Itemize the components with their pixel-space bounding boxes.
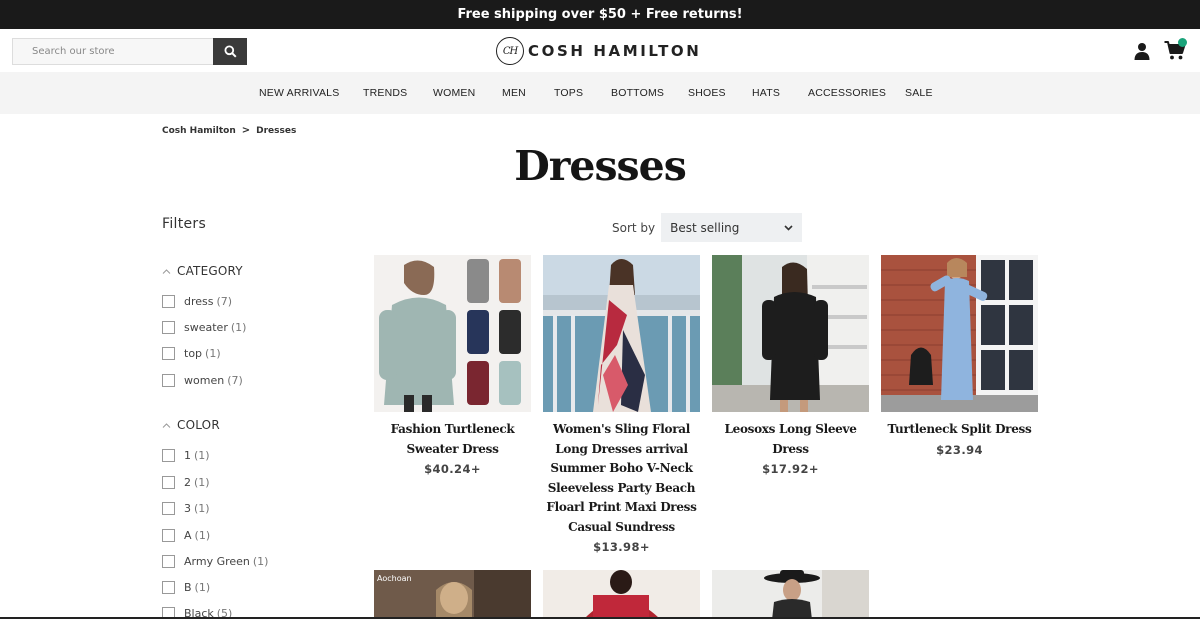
filter-option-count: (1) — [194, 581, 211, 594]
product-price: $17.92+ — [762, 462, 819, 476]
image-caption: Aochoan — [377, 574, 412, 583]
filter-option-name: sweater — [184, 321, 228, 334]
filter-option[interactable]: 1 (1) — [162, 449, 210, 462]
filter-option[interactable]: B (1) — [162, 581, 210, 594]
product-card[interactable]: Leosoxs Long Sleeve Dress $17.92+ — [712, 255, 869, 476]
nav-men[interactable]: MEN — [502, 72, 526, 114]
sort-value: Best selling — [670, 220, 740, 235]
filter-option[interactable]: A (1) — [162, 529, 210, 542]
cart-badge — [1178, 38, 1187, 47]
nav-hats[interactable]: HATS — [752, 72, 780, 114]
filter-option-name: women — [184, 374, 225, 387]
checkbox[interactable] — [162, 321, 175, 334]
filter-option-name: Army Green — [184, 555, 250, 568]
filter-option[interactable]: Army Green (1) — [162, 555, 268, 568]
logo-text: COSH HAMILTON — [528, 42, 702, 60]
nav-trends[interactable]: TRENDS — [363, 72, 407, 114]
filter-option-name: 1 — [184, 449, 191, 462]
filter-option-name: top — [184, 347, 203, 360]
filter-group-category[interactable]: CATEGORY — [162, 264, 243, 278]
checkbox[interactable] — [162, 374, 175, 387]
nav-new-arrivals[interactable]: NEW ARRIVALS — [259, 72, 339, 114]
chevron-up-icon — [162, 422, 171, 428]
product-image[interactable] — [543, 570, 700, 619]
product-image[interactable]: Aochoan — [374, 570, 531, 619]
logo-mark: CH — [496, 37, 524, 65]
search-form — [12, 38, 247, 65]
product-card[interactable]: Turtleneck Split Dress $23.94 — [881, 255, 1038, 457]
filter-option-name: A — [184, 529, 192, 542]
filter-option[interactable]: 2 (1) — [162, 476, 210, 489]
product-image[interactable] — [712, 570, 869, 619]
site-logo[interactable]: CH COSH HAMILTON — [496, 37, 701, 65]
search-input[interactable] — [12, 38, 213, 65]
product-title[interactable]: Leosoxs Long Sleeve Dress — [712, 420, 869, 459]
chevron-down-icon — [784, 225, 793, 231]
checkbox[interactable] — [162, 476, 175, 489]
filters-title: Filters — [162, 216, 207, 232]
filter-option-count: (7) — [227, 374, 243, 387]
filter-option[interactable]: 3 (1) — [162, 502, 210, 515]
product-image[interactable] — [881, 255, 1038, 412]
filter-option-count: (1) — [194, 449, 210, 462]
filter-option-count: (1) — [194, 502, 210, 515]
filter-option-name: 2 — [184, 476, 191, 489]
breadcrumb-current: Dresses — [256, 125, 297, 136]
product-card[interactable]: Women's Sling Floral Long Dresses arriva… — [543, 255, 700, 554]
filter-option[interactable]: women (7) — [162, 374, 243, 387]
product-price: $13.98+ — [593, 540, 650, 554]
product-card[interactable]: Fashion Turtleneck Sweater Dress $40.24+ — [374, 255, 531, 476]
search-button[interactable] — [213, 38, 247, 65]
filter-group-color[interactable]: COLOR — [162, 418, 220, 432]
main-nav: NEW ARRIVALS TRENDS WOMEN MEN TOPS BOTTO… — [0, 72, 1200, 114]
nav-bottoms[interactable]: BOTTOMS — [611, 72, 664, 114]
sort-select[interactable]: Best selling — [661, 213, 803, 242]
product-title[interactable]: Fashion Turtleneck Sweater Dress — [374, 420, 531, 459]
filter-option-count: (1) — [252, 555, 269, 568]
filter-group-label: COLOR — [177, 418, 220, 432]
announcement-bar: Free shipping over $50 + Free returns! — [0, 0, 1200, 29]
nav-sale[interactable]: SALE — [905, 72, 933, 114]
filter-option-count: (1) — [194, 476, 210, 489]
filter-option-count: (7) — [216, 295, 233, 308]
product-image[interactable] — [374, 255, 531, 412]
product-price: $23.94 — [936, 442, 983, 457]
sort-label: Sort by — [612, 220, 656, 235]
sort-control: Sort by Best selling — [612, 213, 803, 242]
product-image[interactable] — [543, 255, 700, 412]
filter-option[interactable]: top (1) — [162, 347, 221, 360]
breadcrumb-home[interactable]: Cosh Hamilton — [162, 126, 236, 136]
breadcrumb-separator: > — [241, 125, 251, 136]
user-icon[interactable] — [1133, 42, 1151, 60]
filter-option[interactable]: dress (7) — [162, 295, 232, 308]
checkbox[interactable] — [162, 449, 175, 462]
filter-option-count: (1) — [194, 529, 211, 542]
checkbox[interactable] — [162, 555, 175, 568]
product-price: $40.24+ — [424, 462, 481, 476]
checkbox[interactable] — [162, 529, 175, 542]
filter-option-name: 3 — [184, 502, 191, 515]
product-image[interactable] — [712, 255, 869, 412]
chevron-up-icon — [162, 268, 171, 274]
filter-option[interactable]: sweater (1) — [162, 321, 246, 334]
checkbox[interactable] — [162, 581, 175, 594]
filter-group-label: CATEGORY — [177, 264, 243, 278]
filter-option-name: dress — [184, 295, 214, 308]
filter-option-name: B — [184, 581, 192, 594]
checkbox[interactable] — [162, 295, 175, 308]
nav-tops[interactable]: TOPS — [554, 72, 583, 114]
page-title: Dresses — [514, 142, 687, 190]
nav-accessories[interactable]: ACCESSORIES — [808, 72, 886, 114]
nav-shoes[interactable]: SHOES — [688, 72, 726, 114]
product-title[interactable]: Women's Sling Floral Long Dresses arriva… — [543, 420, 700, 537]
product-title[interactable]: Turtleneck Split Dress — [881, 420, 1038, 440]
nav-women[interactable]: WOMEN — [433, 72, 475, 114]
filter-option-count: (1) — [230, 321, 247, 334]
checkbox[interactable] — [162, 502, 175, 515]
filter-option-count: (1) — [205, 347, 221, 360]
site-header: CH COSH HAMILTON — [0, 29, 1200, 72]
checkbox[interactable] — [162, 347, 175, 360]
search-icon — [224, 45, 237, 58]
breadcrumb: Cosh Hamilton > Dresses — [162, 125, 296, 136]
